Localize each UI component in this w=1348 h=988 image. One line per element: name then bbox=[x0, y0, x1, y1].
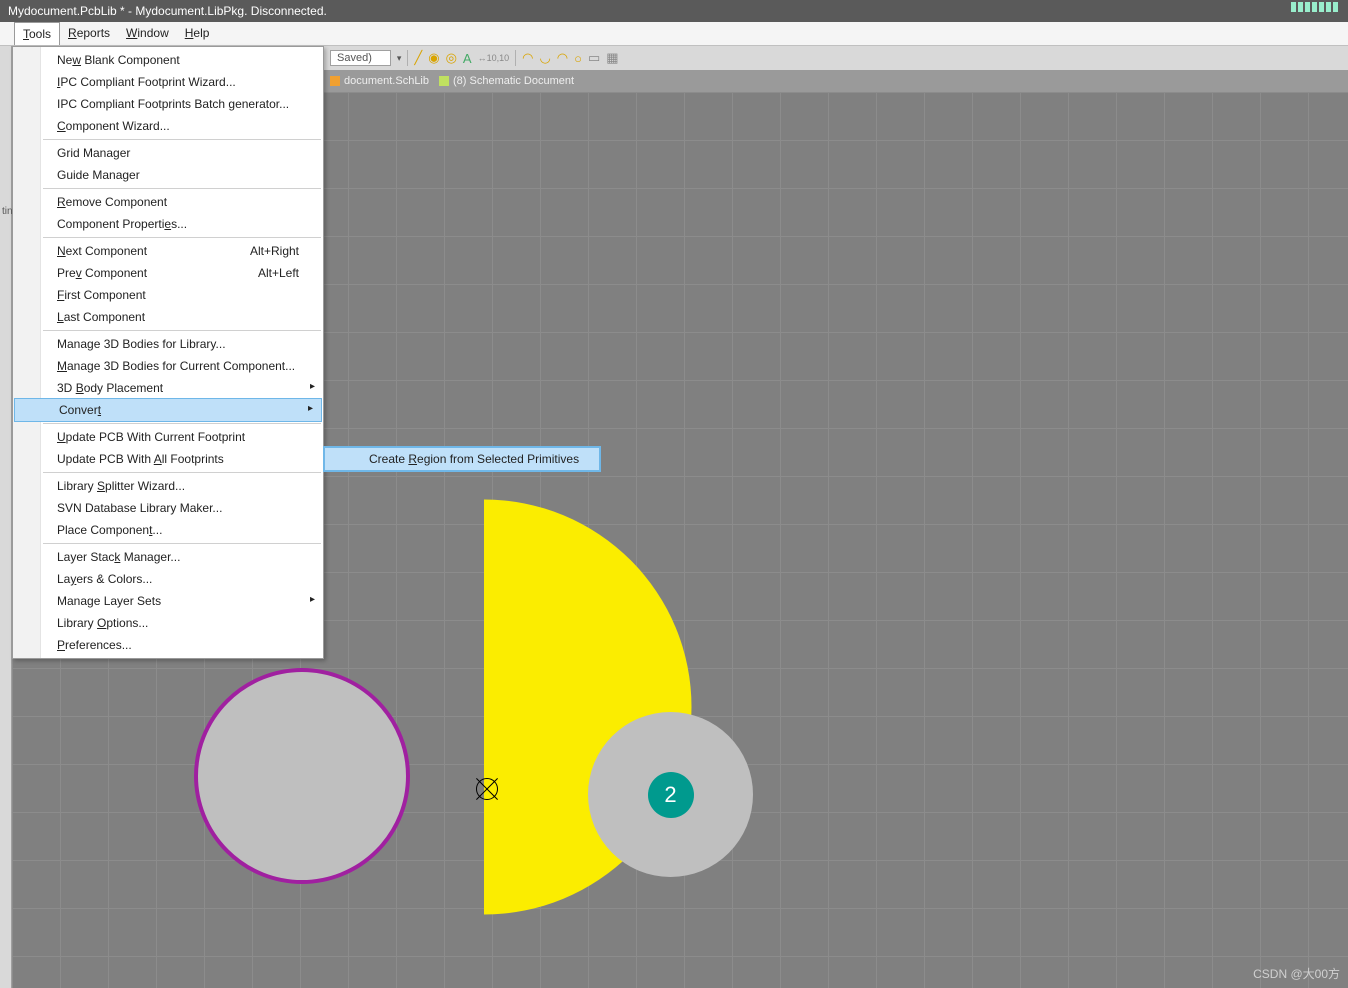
menu-tools[interactable]: TToolsools bbox=[14, 22, 60, 45]
menu-next-component[interactable]: Next ComponentAlt+RightNext Component bbox=[13, 240, 323, 262]
pad-1-outline[interactable] bbox=[194, 668, 410, 884]
toolbar-separator bbox=[515, 50, 516, 66]
menu-layer-stack-manager[interactable]: Layer Stack Manager...Layer Stack Manage… bbox=[13, 546, 323, 568]
rect-tool-icon[interactable]: ▭ bbox=[588, 50, 600, 66]
menu-last-component[interactable]: Last ComponentLast Component bbox=[13, 306, 323, 328]
panel-collapsed-label: tin bbox=[0, 206, 13, 217]
menu-first-component[interactable]: First ComponentFirst Component bbox=[13, 284, 323, 306]
watermark-text: CSDN @大00方 bbox=[1253, 965, 1340, 982]
menu-separator bbox=[43, 188, 321, 189]
menu-separator bbox=[43, 423, 321, 424]
array-tool-icon[interactable]: ▦ bbox=[606, 50, 618, 66]
line-tool-icon[interactable]: ╱ bbox=[414, 50, 422, 66]
pad-2-designator: 2 bbox=[648, 772, 694, 818]
menu-library-options[interactable]: Library Options...Library Options... bbox=[13, 612, 323, 634]
document-icon bbox=[439, 76, 449, 86]
menu-help[interactable]: HelpHelp bbox=[177, 22, 218, 45]
menu-grid-manager[interactable]: Grid Manager bbox=[13, 142, 323, 164]
menu-bar: TToolsools ReportsReports WindowWindow H… bbox=[0, 22, 1348, 46]
menu-manage-layer-sets[interactable]: Manage Layer Sets bbox=[13, 590, 323, 612]
menu-ipc-footprint-wizard[interactable]: IPC Compliant Footprint Wizard...IPC Com… bbox=[13, 71, 323, 93]
menu-guide-manager[interactable]: Guide Manager bbox=[13, 164, 323, 186]
via-tool-icon[interactable]: ◎ bbox=[446, 50, 457, 66]
window-title: Mydocument.PcbLib * - Mydocument.LibPkg.… bbox=[8, 4, 327, 18]
menu-remove-component[interactable]: Remove ComponentRemove Component bbox=[13, 191, 323, 213]
menu-svn-library-maker[interactable]: SVN Database Library Maker... bbox=[13, 497, 323, 519]
menu-separator bbox=[43, 139, 321, 140]
window-title-bar: Mydocument.PcbLib * - Mydocument.LibPkg.… bbox=[0, 0, 1348, 22]
circle-tool-icon[interactable]: ○ bbox=[574, 51, 582, 66]
tab-schlib[interactable]: document.SchLib bbox=[330, 75, 429, 87]
menu-ipc-batch-generator[interactable]: IPC Compliant Footprints Batch generator… bbox=[13, 93, 323, 115]
arc-tool-2-icon[interactable]: ◡ bbox=[539, 50, 550, 66]
convert-submenu: Create Region from Selected PrimitivesCr… bbox=[323, 446, 601, 472]
dimension-tool-icon[interactable]: ↔10,10 bbox=[478, 53, 510, 63]
menu-separator bbox=[43, 237, 321, 238]
menu-update-pcb-current[interactable]: Update PCB With Current FootprintUpdate … bbox=[13, 426, 323, 448]
pad-tool-icon[interactable]: ◉ bbox=[428, 50, 439, 66]
menu-separator bbox=[43, 543, 321, 544]
menu-reports[interactable]: ReportsReports bbox=[60, 22, 118, 45]
menu-update-pcb-all[interactable]: Update PCB With All FootprintsUpdate PCB… bbox=[13, 448, 323, 470]
menu-place-component[interactable]: Place Component...Place Component... bbox=[13, 519, 323, 541]
menu-prev-component[interactable]: Prev ComponentAlt+LeftPrev Component bbox=[13, 262, 323, 284]
pad-2[interactable]: 2 bbox=[588, 712, 753, 877]
menu-separator bbox=[43, 330, 321, 331]
origin-marker-icon bbox=[472, 774, 502, 804]
string-tool-icon[interactable]: A bbox=[463, 51, 472, 66]
menu-library-splitter[interactable]: Library Splitter Wizard...Library Splitt… bbox=[13, 475, 323, 497]
toolbar-separator bbox=[407, 50, 408, 66]
dropdown-arrow-icon[interactable]: ▾ bbox=[397, 53, 402, 64]
menu-create-region-from-selected[interactable]: Create Region from Selected PrimitivesCr… bbox=[324, 447, 600, 471]
arc-tool-3-icon[interactable]: ◠ bbox=[557, 50, 568, 66]
polygon-region-shape[interactable] bbox=[480, 292, 895, 988]
menu-component-wizard[interactable]: Component Wizard...Component Wizard... bbox=[13, 115, 323, 137]
menu-3d-body-placement[interactable]: 3D Body Placement3D Body Placement bbox=[13, 377, 323, 399]
tools-dropdown-menu: New Blank ComponentNew Blank Component I… bbox=[12, 46, 324, 659]
arc-tool-1-icon[interactable]: ◠ bbox=[522, 50, 533, 66]
tab-schematic[interactable]: (8) Schematic Document bbox=[439, 75, 574, 87]
menu-preferences[interactable]: Preferences...Preferences... bbox=[13, 634, 323, 656]
menu-manage-3d-component[interactable]: Manage 3D Bodies for Current Component..… bbox=[13, 355, 323, 377]
menu-layers-colors[interactable]: Layers & Colors...Layers & Colors... bbox=[13, 568, 323, 590]
menu-component-properties[interactable]: Component Properties...Component Propert… bbox=[13, 213, 323, 235]
menu-separator bbox=[43, 472, 321, 473]
menu-new-blank-component[interactable]: New Blank ComponentNew Blank Component bbox=[13, 49, 323, 71]
toolbar-saved-dropdown[interactable]: Saved) bbox=[330, 50, 391, 66]
panel-collapsed-left[interactable]: tin bbox=[0, 46, 12, 988]
menu-manage-3d-library[interactable]: Manage 3D Bodies for Library... bbox=[13, 333, 323, 355]
menu-convert[interactable]: ConvertConvert bbox=[14, 398, 322, 422]
document-icon bbox=[330, 76, 340, 86]
title-audio-meter-icon bbox=[1291, 2, 1338, 12]
menu-window[interactable]: WindowWindow bbox=[118, 22, 177, 45]
